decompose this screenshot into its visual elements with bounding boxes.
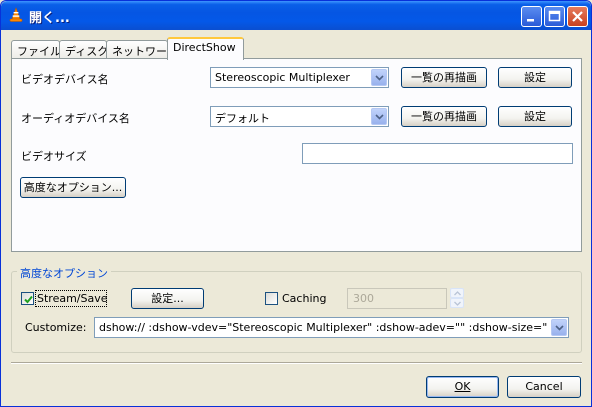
advanced-options-group-title: 高度なオプション [17,265,111,281]
video-size-label: ビデオサイズ [21,150,87,163]
video-device-label: ビデオデバイス名 [21,73,109,86]
vlc-cone-icon [9,7,23,22]
stream-save-label[interactable]: Stream/Save [37,292,108,305]
ok-button[interactable]: OK [426,376,499,398]
chevron-down-icon[interactable] [371,108,387,125]
customize-label: Customize: [25,321,87,334]
customize-mrl-field[interactable]: dshow:// :dshow-vdev="Stereoscopic Multi… [94,317,569,338]
stream-settings-button[interactable]: 設定... [131,288,204,309]
maximize-icon [548,10,561,22]
video-size-input[interactable] [302,143,573,164]
caching-spinner-buttons[interactable] [450,288,464,309]
cancel-button[interactable]: Cancel [507,376,581,398]
close-icon [572,11,583,22]
video-device-value: Stereoscopic Multiplexer [215,71,350,84]
caching-checkbox[interactable] [265,292,278,305]
audio-settings-button[interactable]: 設定 [498,106,572,127]
ok-button-label: OK [454,380,471,393]
close-button[interactable] [567,6,588,27]
chevron-up-icon [454,291,461,296]
directshow-panel: ビデオデバイス名 Stereoscopic Multiplexer 一覧の再描画… [11,58,582,252]
advanced-options-button[interactable]: 高度なオプション... [20,177,126,198]
video-settings-button[interactable]: 設定 [498,67,572,88]
audio-device-dropdown[interactable]: デフォルト [210,106,389,127]
minimize-icon [527,19,534,22]
minimize-button[interactable] [521,6,542,27]
customize-mrl-value: dshow:// :dshow-vdev="Stereoscopic Multi… [99,321,548,334]
maximize-button[interactable] [544,6,565,27]
tab-file[interactable]: ファイル [11,40,61,59]
tab-network[interactable]: ネットワーク [106,40,178,59]
caching-label[interactable]: Caching [282,292,326,305]
stream-save-checkbox[interactable] [21,292,34,305]
spin-up-button[interactable] [450,288,464,298]
caching-value: 300 [353,292,374,305]
audio-refresh-button[interactable]: 一覧の再描画 [401,106,487,127]
checkmark-icon [24,295,33,304]
audio-device-value: デフォルト [215,112,270,125]
open-dialog-window: 開く... ファイル ディスク ネットワーク DirectShow ビデオデバイ… [0,0,592,407]
chevron-down-icon[interactable] [371,69,387,86]
window-title: 開く... [29,11,70,26]
tab-directshow[interactable]: DirectShow [167,37,244,60]
chevron-down-icon [454,301,461,306]
tab-disc[interactable]: ディスク [59,40,108,59]
title-bar[interactable]: 開く... [1,1,591,30]
chevron-down-icon[interactable] [551,319,567,336]
caching-spinbox[interactable]: 300 [347,288,447,309]
footer-separator [11,362,582,364]
video-refresh-button[interactable]: 一覧の再描画 [401,67,487,88]
cancel-button-label: Cancel [525,380,563,393]
audio-device-label: オーディオデバイス名 [21,112,130,125]
video-device-dropdown[interactable]: Stereoscopic Multiplexer [210,67,389,88]
advanced-options-group [11,271,582,353]
spin-down-button[interactable] [450,298,464,308]
